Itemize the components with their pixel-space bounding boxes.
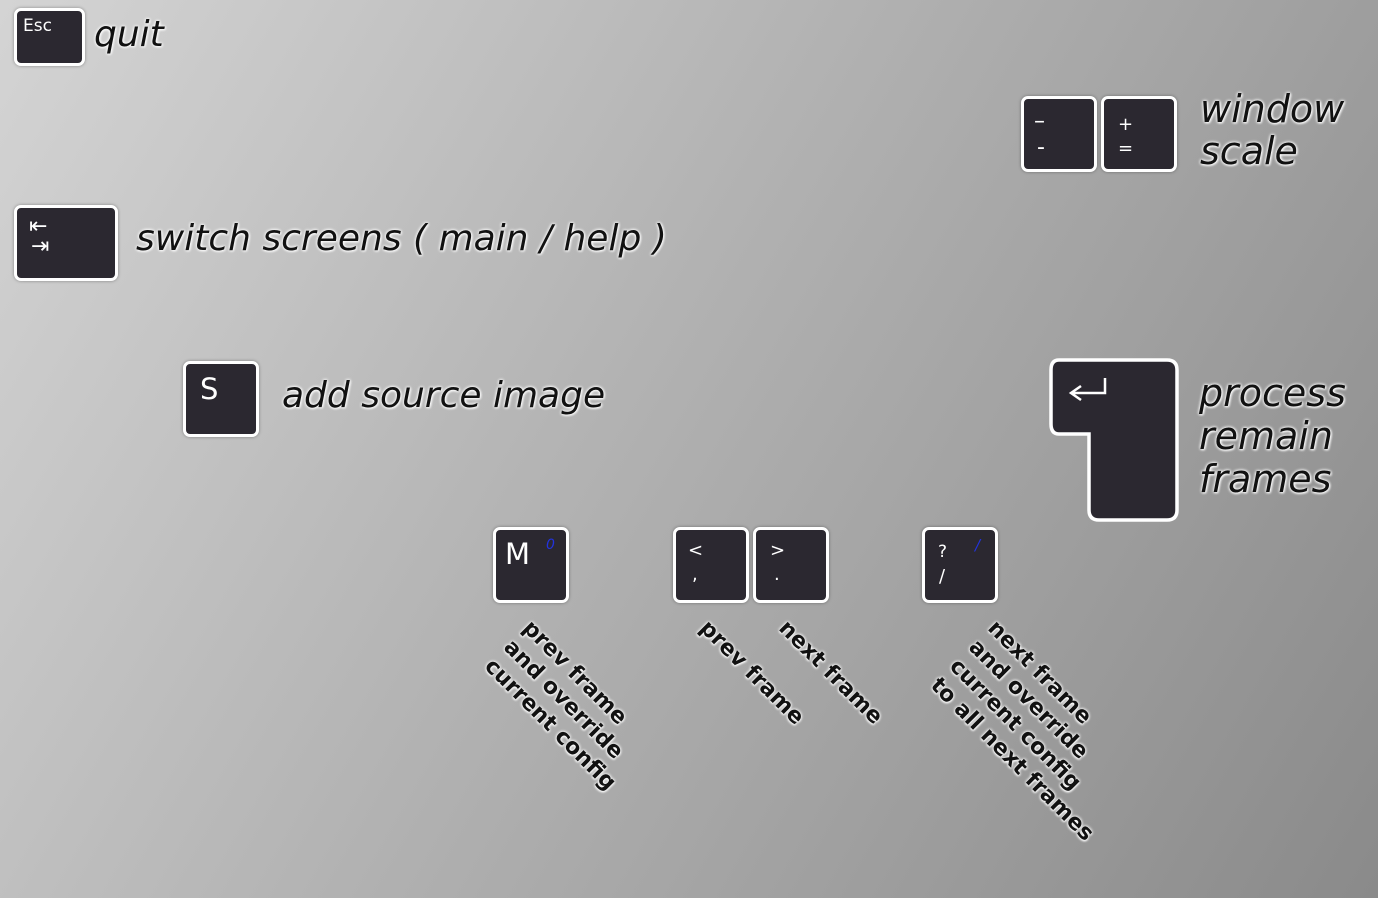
period-key-top: > [770, 540, 786, 561]
comma-key[interactable]: < , [673, 527, 749, 603]
esc-key-label: Esc [23, 16, 52, 36]
window-scale-line2: scale [1200, 129, 1298, 173]
minus-key[interactable]: – - [1021, 96, 1097, 172]
process-line2: remain [1199, 414, 1333, 458]
m-key[interactable]: M 0 [493, 527, 569, 603]
quit-label: quit [94, 14, 164, 55]
esc-key[interactable]: Esc [14, 8, 85, 66]
tab-forward-icon: ⇥ [31, 234, 50, 259]
slash-key-description: next frame and override current config t… [925, 615, 1157, 847]
add-source-label: add source image [282, 375, 606, 416]
process-line3: frames [1199, 457, 1332, 501]
tab-key[interactable]: ⇤ ⇥ [14, 205, 118, 281]
window-scale-label: window scale [1200, 88, 1344, 172]
process-label: process remain frames [1199, 372, 1346, 501]
s-key-label: S [200, 372, 219, 406]
enter-key[interactable] [1049, 358, 1181, 524]
plus-key-bottom: = [1118, 138, 1134, 159]
period-key[interactable]: > . [753, 527, 829, 603]
minus-key-top: – [1034, 109, 1045, 134]
plus-key[interactable]: + = [1101, 96, 1177, 172]
m-key-description: prev frame and override current config [479, 615, 660, 796]
window-scale-line1: window [1200, 87, 1345, 131]
process-line1: process [1199, 371, 1346, 415]
slash-key-alt: / [975, 536, 981, 554]
comma-key-top: < [688, 540, 704, 561]
m-key-label: M [505, 537, 531, 571]
slash-key-top: ? [938, 542, 948, 562]
minus-key-bottom: - [1037, 135, 1045, 160]
period-key-bottom: . [774, 564, 780, 585]
slash-key-bottom: / [939, 566, 946, 587]
m-key-alt: 0 [546, 537, 555, 553]
slash-key[interactable]: ? / / [922, 527, 998, 603]
switch-screens-label: switch screens ( main / help ) [136, 218, 667, 259]
comma-key-bottom: , [692, 564, 698, 585]
plus-key-top: + [1118, 114, 1134, 135]
s-key[interactable]: S [183, 361, 259, 437]
